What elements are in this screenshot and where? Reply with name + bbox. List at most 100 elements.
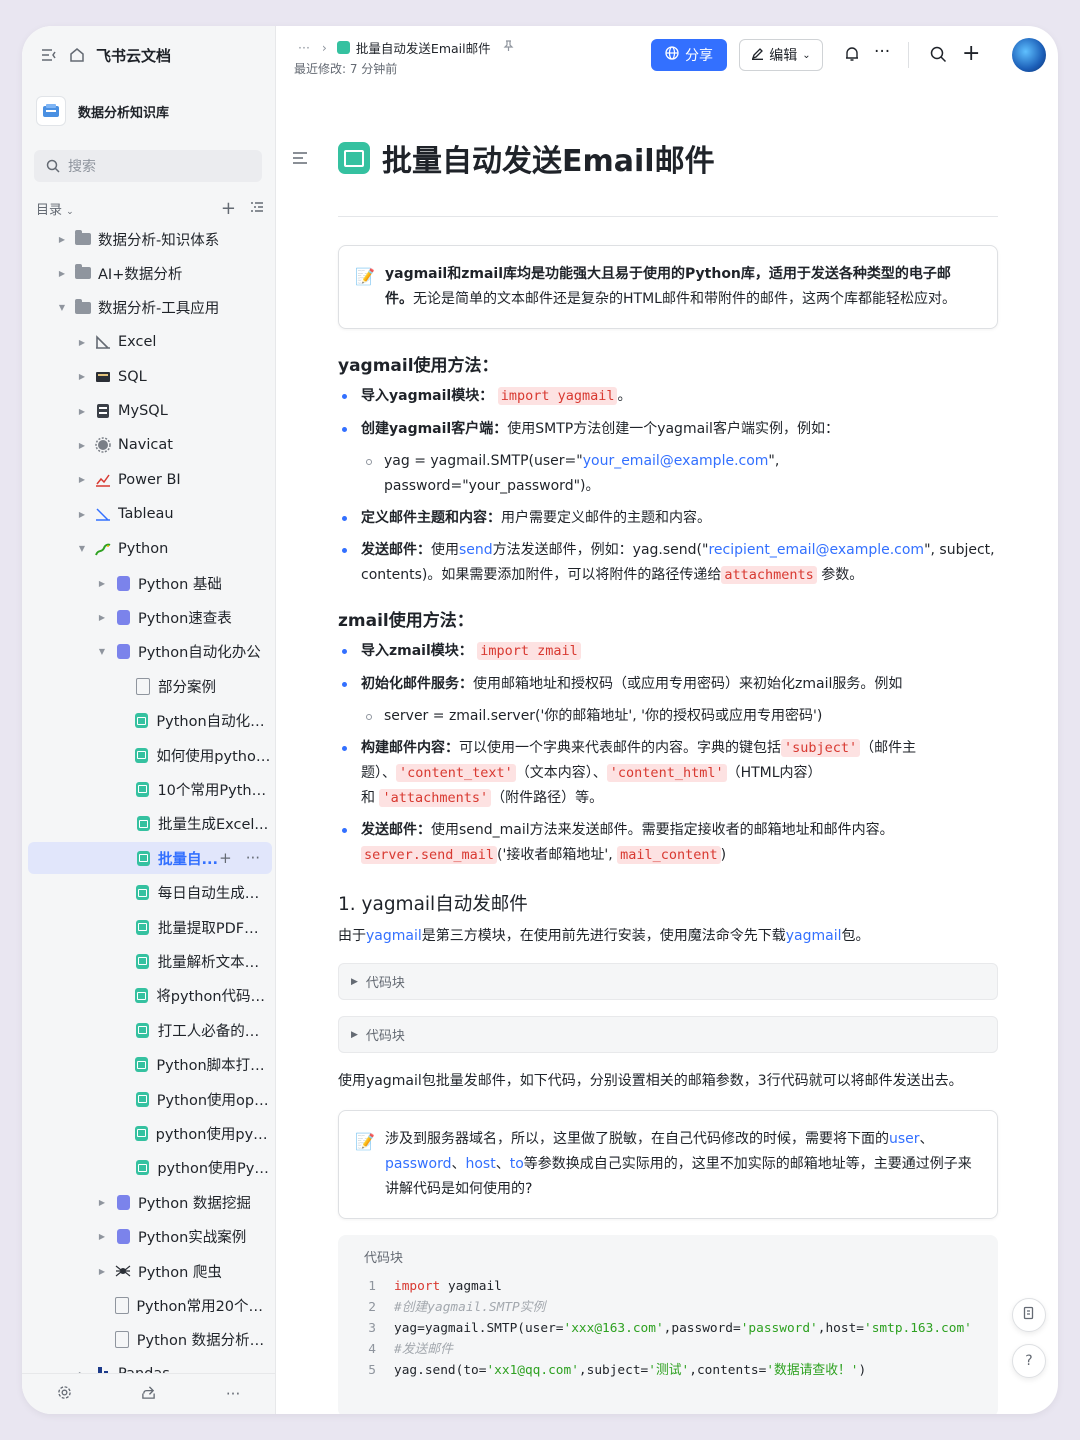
- yagmail-link[interactable]: yagmail: [366, 928, 422, 944]
- tree-item[interactable]: Python常用20个Ex...: [96, 1289, 272, 1321]
- email-link[interactable]: recipient_email@example.com: [708, 542, 924, 558]
- code-block[interactable]: 代码块 1 import yagmail 2 #创建yagmail.SMTP实例 3…: [338, 1235, 998, 1414]
- tree-item[interactable]: Python使用ope...: [116, 1083, 272, 1115]
- sub-text: yag = yagmail.SMTP(user=": [384, 453, 583, 469]
- tree-item[interactable]: ▶ MySQL: [76, 395, 272, 427]
- more-icon[interactable]: ···: [246, 849, 260, 867]
- list-item-bold: 导入yagmail模块：: [361, 388, 494, 404]
- add-icon[interactable]: +: [221, 198, 236, 219]
- tree-item[interactable]: ▶ Excel: [76, 326, 272, 358]
- caret-right-icon[interactable]: ▶: [96, 1198, 108, 1207]
- breadcrumb-more[interactable]: ···: [298, 40, 310, 55]
- caret-right-icon[interactable]: ▶: [76, 407, 88, 416]
- caret-right-icon[interactable]: ▶: [96, 579, 108, 588]
- caret-down-icon[interactable]: ▼: [96, 647, 108, 656]
- caret-right-icon[interactable]: ▶: [96, 613, 108, 622]
- more-options-icon[interactable]: ···: [874, 42, 890, 62]
- tree-item[interactable]: 打工人必备的十...: [116, 1014, 272, 1046]
- caret-right-icon[interactable]: ▶: [76, 510, 88, 519]
- caret-right-icon[interactable]: ▶: [76, 372, 88, 381]
- tree-item[interactable]: 批量自... + ···: [28, 842, 272, 875]
- home-icon[interactable]: [68, 46, 86, 64]
- caret-down-icon[interactable]: ▼: [56, 303, 68, 312]
- settings-icon[interactable]: [57, 1385, 72, 1404]
- collapsed-code-block[interactable]: ▶ 代码块: [338, 963, 998, 1000]
- breadcrumb-doc-title[interactable]: 批量自动发送Email邮件: [356, 38, 491, 57]
- topbar: ··· › 批量自动发送Email邮件 最近修改: 7 分钟前 分享 编辑 ⌄ …: [276, 26, 1058, 84]
- tree-item[interactable]: 将python代码打...: [116, 980, 272, 1012]
- tree-item[interactable]: Python自动化办...: [116, 705, 272, 737]
- bell-icon[interactable]: [844, 46, 860, 62]
- caret-right-icon[interactable]: ▶: [96, 1267, 108, 1276]
- yagmail-link[interactable]: yagmail: [786, 928, 842, 944]
- edit-button[interactable]: 编辑 ⌄: [739, 39, 823, 71]
- param-link[interactable]: host: [465, 1156, 495, 1172]
- tree-item[interactable]: 10个常用Pytho...: [116, 773, 272, 805]
- add-icon[interactable]: +: [962, 41, 980, 66]
- doc-green-icon: [133, 987, 150, 1005]
- tree-item[interactable]: ▶ AI+数据分析: [56, 257, 272, 289]
- doc-green-icon: [134, 849, 152, 867]
- param-link[interactable]: password: [385, 1156, 451, 1172]
- tree-item[interactable]: 批量提取PDF数...: [116, 911, 272, 943]
- caret-right-icon[interactable]: ▶: [76, 338, 88, 347]
- share-out-icon[interactable]: [141, 1385, 156, 1404]
- inline-code: 'attachments': [379, 789, 492, 807]
- tree-item[interactable]: 批量解析文本数据: [116, 945, 272, 977]
- more-icon[interactable]: ···: [226, 1385, 240, 1403]
- tree-item[interactable]: 批量生成Excel...: [116, 808, 272, 840]
- caret-down-icon[interactable]: ▼: [76, 544, 88, 553]
- email-link[interactable]: your_email@example.com: [583, 453, 769, 469]
- share-button[interactable]: 分享: [651, 39, 727, 71]
- tree-item[interactable]: 部分案例: [116, 670, 272, 702]
- copy-doc-button[interactable]: [1012, 1298, 1046, 1332]
- collapsed-code-block[interactable]: ▶ 代码块: [338, 1016, 998, 1053]
- tree-item[interactable]: ▶ Python实战案例: [96, 1221, 272, 1253]
- last-modified: 最近修改: 7 分钟前: [294, 62, 398, 76]
- help-button[interactable]: ?: [1012, 1344, 1046, 1378]
- tree-item[interactable]: ▶ Python 基础: [96, 567, 272, 599]
- caret-right-icon[interactable]: ▶: [96, 1232, 108, 1241]
- tree-item[interactable]: ▶ Python 爬虫: [96, 1255, 272, 1287]
- tree-item[interactable]: Python 数据分析与...: [96, 1324, 272, 1356]
- document-title-text[interactable]: 批量自动发送Email邮件: [382, 136, 715, 180]
- add-child-icon[interactable]: +: [219, 849, 232, 867]
- outline-icon[interactable]: [292, 150, 308, 169]
- search-input[interactable]: 搜索: [34, 150, 262, 182]
- tree-item[interactable]: ▶ Python 数据挖掘: [96, 1186, 272, 1218]
- param-link[interactable]: user: [889, 1131, 920, 1147]
- sidebar: 飞书云文档 数据分析知识库 搜索 目录 ⌄ + ▶ 数据分析-知识体系 ▶ AI+数据…: [22, 26, 276, 1414]
- tree-item[interactable]: ▶ Power BI: [76, 464, 272, 496]
- caret-right-icon[interactable]: ▶: [76, 441, 88, 450]
- tree-item[interactable]: ▶ 数据分析-知识体系: [56, 223, 272, 255]
- tree-item[interactable]: ▶ SQL: [76, 361, 272, 393]
- list-settings-icon[interactable]: [250, 201, 264, 217]
- knowledge-space[interactable]: 数据分析知识库: [36, 96, 169, 126]
- list-item: 初始化邮件服务：使用邮箱地址和授权码（或应用专用密码）来初始化zmail服务。例…: [338, 672, 998, 697]
- tree-item[interactable]: ▼ Python自动化办公: [96, 636, 272, 668]
- avatar[interactable]: [1012, 38, 1046, 72]
- inline-code: attachments: [721, 566, 817, 584]
- tree-item[interactable]: ▶ Tableau: [76, 498, 272, 530]
- send-link[interactable]: send: [459, 542, 493, 558]
- collapse-sidebar-icon[interactable]: [40, 46, 58, 64]
- pin-icon[interactable]: [503, 40, 514, 55]
- app-title[interactable]: 飞书云文档: [96, 45, 171, 66]
- caret-right-icon[interactable]: ▶: [56, 235, 68, 244]
- tree-item[interactable]: python使用pyth...: [116, 1117, 272, 1149]
- toc-toggle[interactable]: 目录 ⌄: [36, 199, 74, 218]
- caret-right-icon[interactable]: ▶: [76, 475, 88, 484]
- param-link[interactable]: to: [510, 1156, 524, 1172]
- tree-item[interactable]: python使用PyP...: [116, 1152, 272, 1184]
- tree-item[interactable]: 每日自动生成数...: [116, 877, 272, 909]
- caret-right-icon[interactable]: ▶: [56, 269, 68, 278]
- tree-item[interactable]: 如何使用python...: [116, 739, 272, 771]
- tree-item[interactable]: ▶ Python速查表: [96, 601, 272, 633]
- tree-item[interactable]: ▼ Python: [76, 533, 272, 565]
- tree-item[interactable]: ▶ Navicat: [76, 429, 272, 461]
- list-item-text: 和: [361, 790, 375, 806]
- tree-item[interactable]: Python脚本打包...: [116, 1049, 272, 1081]
- tree-item-label: Python自动化办公: [138, 645, 261, 662]
- search-icon[interactable]: [930, 46, 947, 63]
- tree-item[interactable]: ▼ 数据分析-工具应用: [56, 292, 272, 324]
